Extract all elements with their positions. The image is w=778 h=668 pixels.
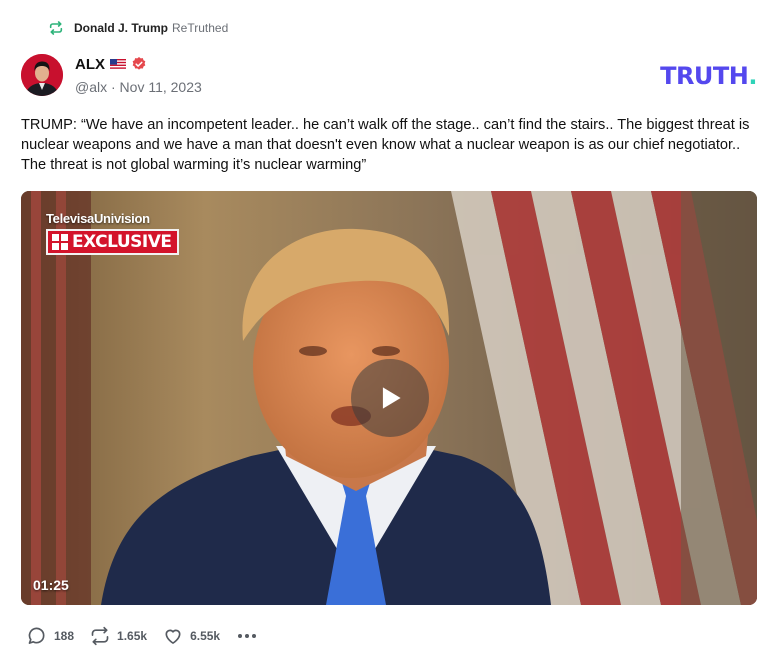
more-dots-icon: [238, 634, 243, 638]
retruth-user-name[interactable]: Donald J. Trump: [74, 21, 168, 35]
verified-badge-icon: [132, 57, 146, 70]
reply-count: 188: [54, 629, 75, 643]
truth-logo-text: TRUTH: [660, 62, 749, 90]
exclusive-label: EXCLUSIVE: [72, 232, 172, 252]
univision-icon: [52, 234, 68, 250]
heart-icon: [165, 629, 181, 644]
like-button[interactable]: 6.55k: [163, 626, 220, 646]
retruth-icon: [49, 21, 63, 35]
retruth-button[interactable]: 1.65k: [90, 626, 147, 646]
post-actions: 188 1.65k 6.55k: [27, 625, 257, 647]
truth-logo-dot: .: [748, 62, 757, 90]
reply-button[interactable]: 188: [27, 626, 74, 646]
like-count: 6.55k: [190, 629, 221, 643]
retruth-label: ReTruthed: [172, 21, 229, 35]
retruth-count: 1.65k: [117, 629, 148, 643]
author-name[interactable]: ALX: [75, 56, 105, 73]
author-handle-date[interactable]: @alx · Nov 11, 2023: [75, 79, 202, 95]
video-duration: 01:25: [33, 577, 69, 593]
video-watermark: TelevisaUnivision EXCLUSIVE: [46, 211, 180, 255]
retruth-icon: [91, 626, 109, 646]
us-flag-icon: [110, 58, 126, 70]
play-button[interactable]: [351, 359, 429, 437]
more-dot: [252, 634, 257, 638]
video-player[interactable]: TelevisaUnivision EXCLUSIVE 01:25: [21, 191, 757, 605]
exclusive-badge: EXCLUSIVE: [46, 229, 180, 255]
avatar[interactable]: [21, 54, 63, 96]
truth-logo[interactable]: TRUTH.: [660, 62, 757, 90]
more-options-button[interactable]: [238, 634, 257, 638]
more-dot: [245, 634, 250, 638]
reply-bubble-icon: [28, 627, 45, 644]
retruth-header: Donald J. Trump ReTruthed: [48, 19, 228, 37]
play-icon: [382, 387, 401, 409]
post-author: ALX @alx · Nov 11, 2023: [75, 55, 202, 96]
post-text: TRUMP: “We have an incompetent leader.. …: [21, 117, 750, 173]
watermark-network: TelevisaUnivision: [46, 211, 150, 226]
